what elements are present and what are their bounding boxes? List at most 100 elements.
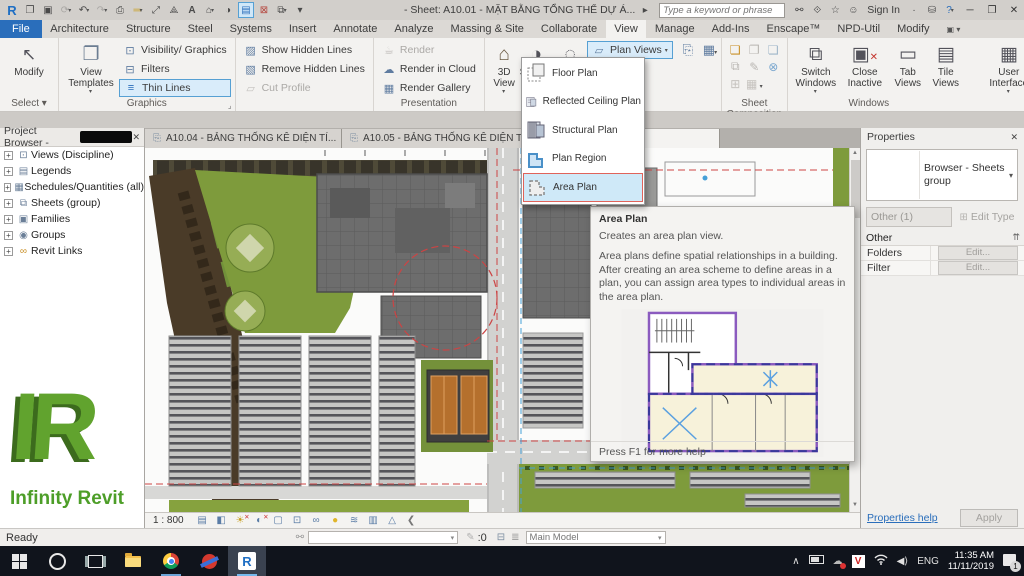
measure-icon[interactable]: ═▾: [130, 2, 146, 18]
user-interface-button[interactable]: ▦ User Interface▾: [982, 41, 1024, 96]
type-selector-caret-icon[interactable]: ▾: [1009, 171, 1017, 180]
guide-grid-icon[interactable]: ⊗: [768, 60, 778, 74]
browser-item-views[interactable]: +⊡Views (Discipline): [0, 147, 144, 163]
customize-qat-icon[interactable]: ▾: [292, 2, 308, 18]
expand-icon[interactable]: +: [4, 167, 13, 176]
ribbon-tab-analyze[interactable]: Analyze: [386, 20, 442, 38]
search-input[interactable]: [659, 3, 785, 18]
antivirus-icon[interactable]: V: [852, 555, 865, 568]
maximize-button[interactable]: ❐: [982, 5, 1002, 16]
view-reference-icon[interactable]: ❏: [768, 43, 779, 57]
tile-views-button[interactable]: ▤ Tile Views: [928, 41, 964, 89]
document-tab-1[interactable]: ⎘ A10.04 - BẢNG THỐNG KÊ DIỆN TÍ...: [145, 129, 342, 148]
design-options-icon[interactable]: ⊟: [497, 532, 505, 543]
tag-icon[interactable]: ⟁: [166, 2, 182, 18]
drafting-view-icon[interactable]: ⎘: [681, 42, 695, 58]
notification-center-icon[interactable]: 1: [1003, 554, 1016, 569]
menu-item-plan-region[interactable]: Plan Region: [523, 145, 643, 174]
task-view-button[interactable]: [76, 546, 114, 576]
ribbon-tab-modify[interactable]: Modify: [889, 20, 938, 38]
project-browser-title-bar[interactable]: Project Browser - ✕: [0, 128, 144, 147]
presentation-panel-label[interactable]: Presentation: [374, 98, 484, 111]
render-in-cloud-button[interactable]: ☁Render in Cloud: [378, 60, 480, 78]
onedrive-icon[interactable]: ☁: [833, 556, 843, 567]
thin-lines-button[interactable]: ≡Thin Lines: [119, 79, 231, 97]
temporary-hide-isolate-icon[interactable]: ∞: [310, 515, 323, 526]
worksets-icon[interactable]: ⚯: [296, 532, 304, 543]
ribbon-tab-insert[interactable]: Insert: [280, 20, 325, 38]
communication-center-icon[interactable]: ⟐: [809, 2, 825, 18]
menu-item-reflected-ceiling-plan[interactable]: Reflected Ceiling Plan: [523, 88, 643, 117]
sign-in-caret-icon[interactable]: ·: [906, 2, 922, 18]
menu-item-floor-plan[interactable]: Floor Plan: [523, 59, 643, 88]
file-explorer-button[interactable]: [114, 546, 152, 576]
browser-item-groups[interactable]: +◉Groups: [0, 227, 144, 243]
reveal-hidden-elements-icon[interactable]: ●: [329, 515, 342, 526]
worksharing-display-icon[interactable]: ≋: [348, 515, 361, 526]
help-icon[interactable]: ?▾: [942, 2, 958, 18]
show-hidden-lines-button[interactable]: ▨Show Hidden Lines: [240, 41, 369, 59]
browser-item-revit-links[interactable]: +∞Revit Links: [0, 243, 144, 259]
close-hidden-windows-icon[interactable]: ⊠: [256, 2, 272, 18]
ribbon-tab-collaborate[interactable]: Collaborate: [532, 20, 605, 38]
switch-windows-icon[interactable]: ⧉▾: [274, 2, 290, 18]
view-scale[interactable]: 1 : 800: [153, 515, 184, 526]
redo-icon[interactable]: ↷▾: [94, 2, 110, 18]
ribbon-tab-file[interactable]: File: [0, 20, 42, 38]
tray-expand-icon[interactable]: ∧: [792, 556, 799, 567]
remove-hidden-lines-button[interactable]: ▧Remove Hidden Lines: [240, 60, 369, 78]
expand-icon[interactable]: +: [4, 199, 13, 208]
detail-level-icon[interactable]: ▤: [196, 515, 209, 526]
expand-icon[interactable]: +: [4, 247, 13, 256]
worksets-combo[interactable]: ▾: [308, 531, 458, 544]
crop-view-icon[interactable]: ▢: [272, 515, 285, 526]
clock[interactable]: 11:35 AM 11/11/2019: [948, 550, 994, 573]
schedules-icon[interactable]: ▦▾: [703, 42, 717, 58]
filters-button[interactable]: ⊟Filters: [119, 60, 231, 78]
menu-item-structural-plan[interactable]: Structural Plan: [523, 116, 643, 145]
sun-path-icon[interactable]: ☀: [234, 515, 247, 526]
wifi-icon[interactable]: [874, 554, 888, 568]
visibility-graphics-button[interactable]: ⊡Visibility/ Graphics: [119, 41, 231, 59]
shadows-icon[interactable]: ◐: [253, 515, 266, 526]
cortana-button[interactable]: [38, 546, 76, 576]
design-options-2-icon[interactable]: ≣: [511, 532, 519, 543]
document-tab-2[interactable]: ⎘ A10.05 - BẢNG THỐNG KÊ DIỆN TÍ...: [342, 129, 539, 148]
battery-icon[interactable]: [809, 555, 824, 567]
close-browser-icon[interactable]: ✕: [132, 132, 140, 143]
expand-icon[interactable]: +: [4, 183, 11, 192]
switch-windows-button[interactable]: ⧉ Switch Windows▾: [792, 41, 840, 96]
expand-icon[interactable]: +: [4, 231, 13, 240]
sheet-composition-panel-label[interactable]: Sheet Composition: [722, 98, 787, 111]
revisions-icon[interactable]: ✎: [749, 60, 759, 74]
view-templates-button[interactable]: ❐ View Templates ▾: [63, 41, 119, 96]
graphics-panel-label[interactable]: Graphics ⌟: [59, 98, 235, 111]
properties-help-link[interactable]: Properties help: [867, 512, 938, 524]
select-panel-label[interactable]: Select ▾: [0, 98, 58, 111]
default-3d-view-icon[interactable]: ⌂▾: [202, 2, 218, 18]
property-row-folders[interactable]: Folders Edit...: [861, 246, 1024, 261]
visual-style-icon[interactable]: ◧: [215, 515, 228, 526]
graphics-dialog-launcher-icon[interactable]: ⌟: [228, 101, 232, 110]
windows-panel-label[interactable]: Windows: [788, 98, 950, 111]
ribbon-tab-add-ins[interactable]: Add-Ins: [703, 20, 758, 38]
title-arrow-icon[interactable]: ▸: [637, 2, 653, 18]
start-button[interactable]: [0, 546, 38, 576]
ribbon-tab-manage[interactable]: Manage: [646, 20, 703, 38]
close-button[interactable]: ✕: [1004, 5, 1024, 16]
sync-with-central-icon[interactable]: ⟳▾: [58, 2, 74, 18]
properties-title-bar[interactable]: Properties ✕: [861, 128, 1024, 146]
temporary-view-properties-icon[interactable]: ▥: [367, 515, 380, 526]
open-icon[interactable]: ❐: [22, 2, 38, 18]
hide-analytical-model-icon[interactable]: △: [386, 515, 399, 526]
expand-icon[interactable]: +: [4, 151, 13, 160]
properties-filter-combo[interactable]: Other (1): [866, 207, 952, 227]
browser-item-schedules[interactable]: +▦Schedules/Quantities (all): [0, 179, 144, 195]
editable-only-icon[interactable]: ✎: [466, 532, 474, 543]
ribbon-tab-steel[interactable]: Steel: [179, 20, 221, 38]
3d-view-button[interactable]: ⌂ 3D View▾: [489, 41, 520, 96]
scroll-down-icon[interactable]: ▼: [852, 502, 858, 508]
ribbon-tab-massing-site[interactable]: Massing & Site: [442, 20, 532, 38]
show-crop-region-icon[interactable]: ⊡: [291, 515, 304, 526]
print-icon[interactable]: ⎙: [112, 2, 128, 18]
